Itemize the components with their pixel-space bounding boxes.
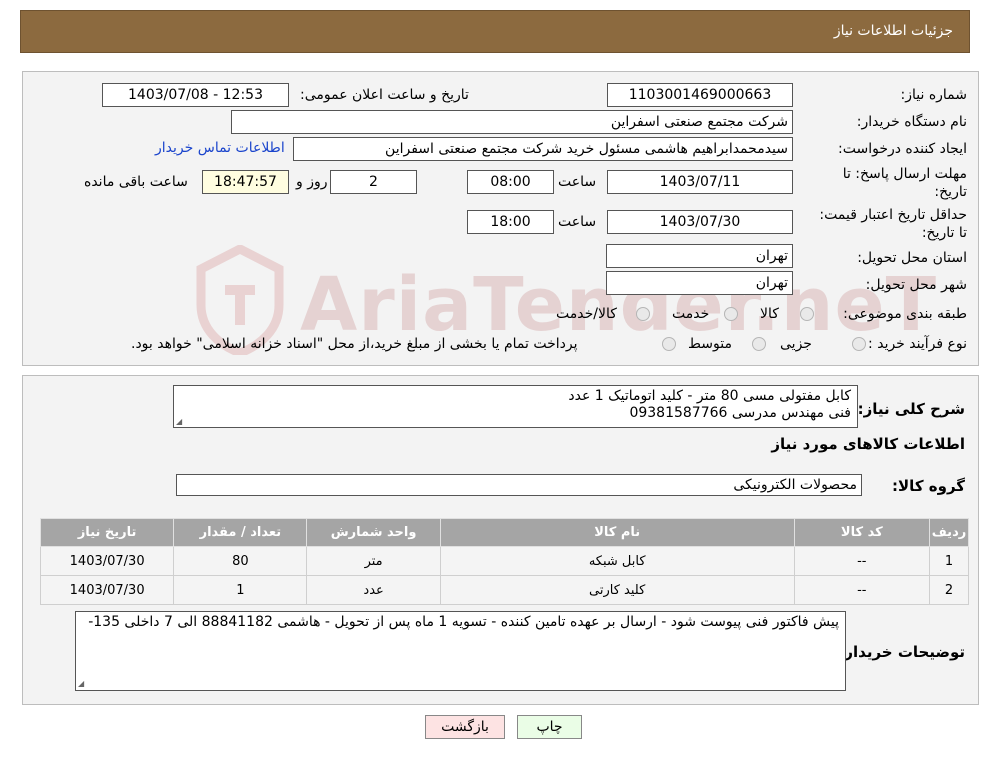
process-option-medium: متوسط <box>688 336 732 352</box>
days-label: روز و <box>296 174 328 190</box>
category-label: طبقه بندی موضوعی: <box>843 306 967 322</box>
desc-line-2: فنی مهندس مدرسی 09381587766 <box>629 405 851 421</box>
process-radio-medium[interactable] <box>752 337 766 351</box>
goods-table: ردیف کد کالا نام کالا واحد شمارش تعداد /… <box>39 518 970 605</box>
buyer-notes-label: توضیحات خریدار: <box>838 643 965 661</box>
price-valid-time-field: 18:00 <box>467 210 554 234</box>
process-option-minor: جزیی <box>780 336 812 352</box>
cell-row: 1 <box>928 546 970 576</box>
col-name: نام کالا <box>439 518 795 547</box>
buyer-contact-link[interactable]: اطلاعات تماس خریدار <box>155 140 285 156</box>
category-radio-service[interactable] <box>724 307 738 321</box>
desc-textarea[interactable]: کابل مفتولی مسی 80 متر - کلید اتوماتیک 1… <box>173 385 858 428</box>
process-label: نوع فرآیند خرید : <box>868 336 967 352</box>
table-header-row: ردیف کد کالا نام کالا واحد شمارش تعداد /… <box>39 518 970 547</box>
col-unit: واحد شمارش <box>306 518 441 547</box>
announce-label: تاریخ و ساعت اعلان عمومی: <box>300 87 469 103</box>
days-field: 2 <box>330 170 417 194</box>
page-header: جزئیات اطلاعات نیاز <box>20 10 970 53</box>
announce-field: 1403/07/08 - 12:53 <box>102 83 289 107</box>
category-option-service: خدمت <box>672 306 710 322</box>
price-valid-hour-label: ساعت <box>558 214 597 230</box>
remaining-label: ساعت باقی مانده <box>84 174 188 190</box>
table-row: 1 -- کابل شبکه متر 80 1403/07/30 <box>39 546 970 576</box>
buyer-notes-textarea[interactable]: پیش فاکتور فنی پیوست شود - ارسال بر عهده… <box>75 611 846 691</box>
province-label: استان محل تحویل: <box>857 250 967 266</box>
treasury-note: پرداخت تمام یا بخشی از مبلغ خرید،از محل … <box>131 336 578 352</box>
creator-field: سیدمحمدابراهیم هاشمی مسئول خرید شرکت مجت… <box>293 137 793 161</box>
cell-name: کلید کارتی <box>439 575 795 605</box>
process-radio-minor[interactable] <box>852 337 866 351</box>
province-field: تهران <box>606 244 793 268</box>
notes-resize-grip-icon[interactable]: ◢ <box>78 679 87 688</box>
category-radio-goods-service[interactable] <box>636 307 650 321</box>
remaining-time-field: 18:47:57 <box>202 170 289 194</box>
treasury-checkbox[interactable] <box>662 337 676 351</box>
cell-row: 2 <box>928 575 970 605</box>
cell-date: 1403/07/30 <box>39 546 175 576</box>
buyer-label: نام دستگاه خریدار: <box>856 114 967 130</box>
deadline-time-field: 08:00 <box>467 170 554 194</box>
deadline-label: مهلت ارسال پاسخ: تا تاریخ: <box>842 166 967 200</box>
category-option-goods: کالا <box>760 306 779 322</box>
need-number-field: 1103001469000663 <box>607 83 793 107</box>
col-row: ردیف <box>928 518 970 547</box>
cell-unit: عدد <box>306 575 441 605</box>
city-field: تهران <box>606 271 793 295</box>
desc-label: شرح کلی نیاز: <box>857 400 965 418</box>
cell-date: 1403/07/30 <box>39 575 175 605</box>
print-button[interactable]: چاپ <box>517 715 582 739</box>
col-date: تاریخ نیاز <box>39 518 175 547</box>
need-number-label: شماره نیاز: <box>900 87 968 103</box>
col-qty: تعداد / مقدار <box>173 518 308 547</box>
cell-qty: 80 <box>173 546 308 576</box>
category-radio-goods[interactable] <box>800 307 814 321</box>
table-row: 2 -- کلید کارتی عدد 1 1403/07/30 <box>39 575 970 605</box>
price-valid-label: حداقل تاریخ اعتبار قیمت: تا تاریخ: <box>819 207 967 241</box>
col-code: کد کالا <box>793 518 930 547</box>
cell-name: کابل شبکه <box>439 546 795 576</box>
cell-code: -- <box>793 546 930 576</box>
goods-info-title: اطلاعات کالاهای مورد نیاز <box>771 435 965 453</box>
group-label: گروه کالا: <box>892 477 965 495</box>
page-title: جزئیات اطلاعات نیاز <box>833 23 953 39</box>
city-label: شهر محل تحویل: <box>865 277 967 293</box>
price-valid-date-field: 1403/07/30 <box>607 210 793 234</box>
group-field: محصولات الکترونیکی <box>176 474 862 496</box>
creator-label: ایجاد کننده درخواست: <box>838 141 967 157</box>
category-option-goods-service: کالا/خدمت <box>556 306 617 322</box>
deadline-hour-label: ساعت <box>558 174 597 190</box>
cell-code: -- <box>793 575 930 605</box>
cell-unit: متر <box>306 546 441 576</box>
cell-qty: 1 <box>173 575 308 605</box>
resize-grip-icon[interactable]: ◢ <box>176 417 185 426</box>
buyer-field: شرکت مجتمع صنعتی اسفراین <box>231 110 793 134</box>
deadline-date-field: 1403/07/11 <box>607 170 793 194</box>
back-button[interactable]: بازگشت <box>425 715 505 739</box>
desc-line-1: کابل مفتولی مسی 80 متر - کلید اتوماتیک 1… <box>568 388 851 404</box>
